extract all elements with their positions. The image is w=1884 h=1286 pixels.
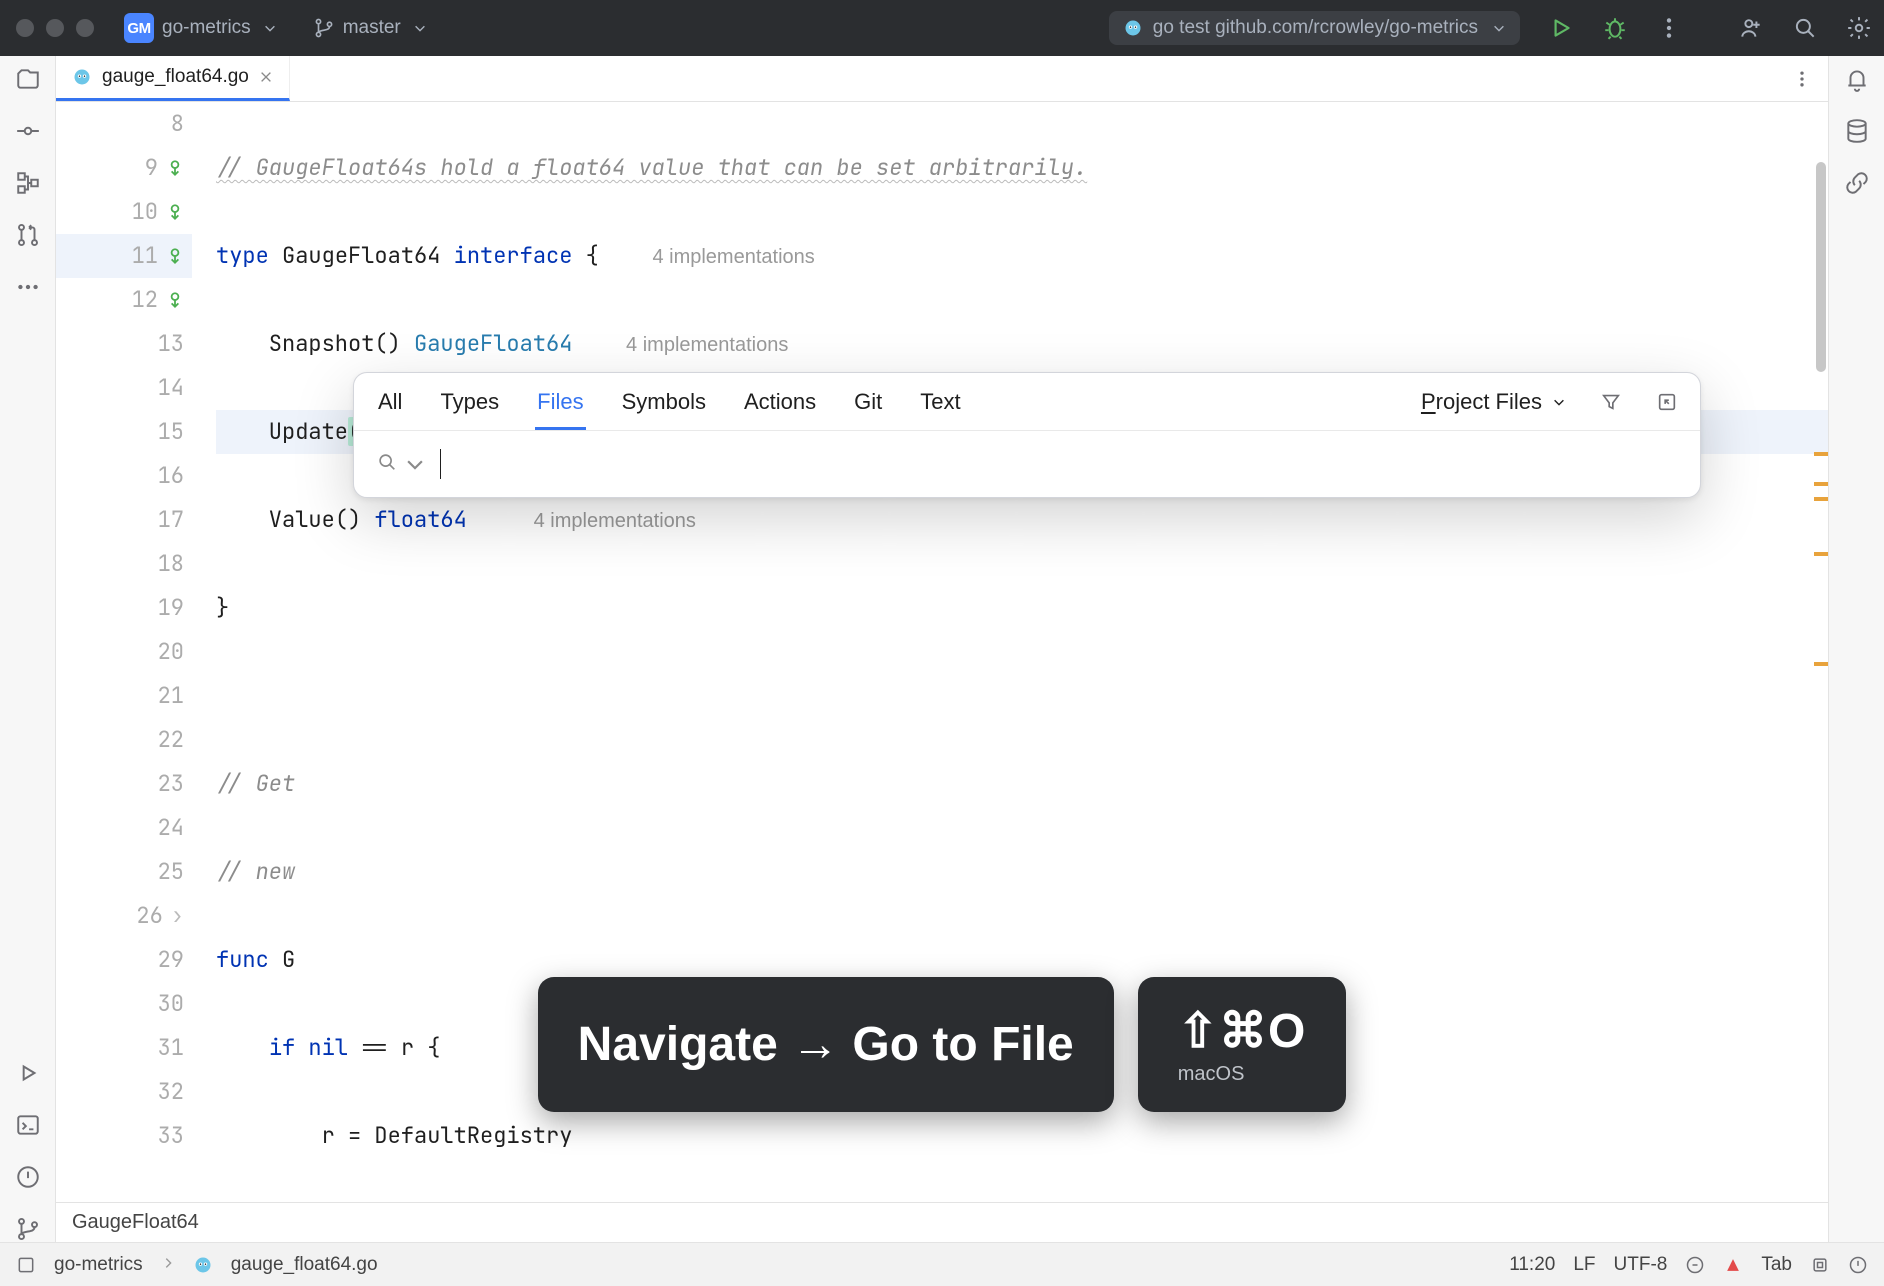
more-actions-button[interactable] xyxy=(1656,15,1682,41)
close-window-icon[interactable] xyxy=(16,19,34,37)
left-toolbar xyxy=(0,56,56,1242)
notifications-tool-icon[interactable] xyxy=(1844,66,1870,92)
nav-bar-project[interactable]: go-metrics xyxy=(54,1254,143,1276)
branch-name-label: master xyxy=(343,17,401,39)
sev-tab-actions[interactable]: Actions xyxy=(742,373,818,430)
problems-tool-icon[interactable] xyxy=(15,1164,41,1190)
pull-requests-tool-icon[interactable] xyxy=(15,222,41,248)
sev-tab-symbols[interactable]: Symbols xyxy=(620,373,708,430)
text-caret xyxy=(440,449,441,479)
titlebar: GM go-metrics master go test github.com/… xyxy=(0,0,1884,56)
right-toolbar xyxy=(1828,56,1884,1242)
status-bar: go-metrics gauge_float64.go 11:20 LF UTF… xyxy=(0,1242,1884,1286)
hint-action-card: Navigate → Go to File xyxy=(538,977,1114,1112)
hint-shortcut-card: ⇧⌘O macOS xyxy=(1138,977,1347,1112)
search-everywhere-tabs: All Types Files Symbols Actions Git Text… xyxy=(354,373,1700,431)
zoom-window-icon[interactable] xyxy=(76,19,94,37)
sev-tab-types[interactable]: Types xyxy=(438,373,501,430)
implements-icon[interactable] xyxy=(166,203,184,221)
error-stripe-mark[interactable] xyxy=(1814,452,1828,456)
project-icon: GM xyxy=(124,13,154,43)
run-button[interactable] xyxy=(1548,15,1574,41)
open-in-find-tool-icon[interactable] xyxy=(1656,391,1678,413)
sev-scope-selector[interactable]: Project Files xyxy=(1421,389,1566,415)
sev-search-input[interactable] xyxy=(455,431,1678,497)
version-control-tool-icon[interactable] xyxy=(15,1216,41,1242)
tab-file-name: gauge_float64.go xyxy=(102,66,249,88)
gopher-icon xyxy=(1123,18,1143,38)
readonly-toggle-icon[interactable] xyxy=(1685,1255,1705,1275)
go-file-icon xyxy=(193,1255,213,1275)
error-stripe-mark[interactable] xyxy=(1814,482,1828,486)
code-with-me-button[interactable] xyxy=(1738,15,1764,41)
implements-icon[interactable] xyxy=(166,159,184,177)
memory-indicator-icon[interactable] xyxy=(1810,1255,1830,1275)
filter-icon[interactable] xyxy=(1600,391,1622,413)
sev-search-row xyxy=(354,431,1700,497)
endpoints-tool-icon[interactable] xyxy=(1844,170,1870,196)
sev-tab-git[interactable]: Git xyxy=(852,373,884,430)
search-everywhere-popup: All Types Files Symbols Actions Git Text… xyxy=(353,372,1701,498)
sev-tab-text[interactable]: Text xyxy=(918,373,962,430)
database-tool-icon[interactable] xyxy=(1844,118,1870,144)
debug-button[interactable] xyxy=(1602,15,1628,41)
chevron-down-icon xyxy=(263,21,277,35)
sev-tab-files[interactable]: Files xyxy=(535,373,585,430)
hint-shortcut-keys: ⇧⌘O xyxy=(1178,1003,1307,1059)
error-stripe-mark[interactable] xyxy=(1814,662,1828,666)
nav-bar-file[interactable]: gauge_float64.go xyxy=(231,1254,378,1276)
branch-selector[interactable]: master xyxy=(313,17,427,39)
implements-icon[interactable] xyxy=(166,291,184,309)
indent-indicator[interactable]: Tab xyxy=(1761,1254,1792,1276)
chevron-right-icon xyxy=(161,1254,175,1276)
structure-tool-icon[interactable] xyxy=(15,170,41,196)
commit-tool-icon[interactable] xyxy=(15,118,41,144)
run-tool-icon[interactable] xyxy=(15,1060,41,1086)
editor-breadcrumb[interactable]: GaugeFloat64 xyxy=(56,1202,1828,1242)
error-stripe-mark[interactable] xyxy=(1814,552,1828,556)
ide-errors-icon[interactable] xyxy=(1848,1255,1868,1275)
window-controls[interactable] xyxy=(16,19,94,37)
run-configuration-selector[interactable]: go test github.com/rcrowley/go-metrics xyxy=(1109,11,1520,45)
branch-icon xyxy=(313,17,335,39)
close-tab-icon[interactable] xyxy=(259,70,273,84)
minimize-window-icon[interactable] xyxy=(46,19,64,37)
implements-icon[interactable] xyxy=(166,247,184,265)
project-tool-icon[interactable] xyxy=(15,66,41,92)
sev-tab-all[interactable]: All xyxy=(376,373,404,430)
go-file-icon xyxy=(72,67,92,87)
error-stripe-mark[interactable] xyxy=(1814,497,1828,501)
chevron-down-icon xyxy=(1492,21,1506,35)
hint-action-label: Navigate → Go to File xyxy=(578,1017,1074,1072)
settings-button[interactable] xyxy=(1846,15,1872,41)
editor-tab[interactable]: gauge_float64.go xyxy=(56,56,290,101)
presentation-hint-overlay: Navigate → Go to File ⇧⌘O macOS xyxy=(56,977,1828,1112)
scrollbar-thumb[interactable] xyxy=(1816,162,1826,372)
project-name-label: go-metrics xyxy=(162,17,251,39)
go-sdk-icon[interactable] xyxy=(1723,1255,1743,1275)
chevron-down-icon xyxy=(413,21,427,35)
chevron-down-icon xyxy=(1552,395,1566,409)
file-encoding[interactable]: UTF-8 xyxy=(1614,1254,1668,1276)
breadcrumb-item[interactable]: GaugeFloat64 xyxy=(72,1211,199,1234)
editor-tabs: gauge_float64.go xyxy=(56,56,1828,102)
more-tools-icon[interactable] xyxy=(15,274,41,300)
tab-options-button[interactable] xyxy=(1776,56,1828,101)
chevron-down-icon[interactable] xyxy=(404,453,426,475)
hint-os-label: macOS xyxy=(1178,1063,1245,1086)
project-selector[interactable]: GM go-metrics xyxy=(124,13,277,43)
search-icon xyxy=(376,451,398,478)
line-separator[interactable]: LF xyxy=(1573,1254,1595,1276)
search-everywhere-button[interactable] xyxy=(1792,15,1818,41)
run-config-label: go test github.com/rcrowley/go-metrics xyxy=(1153,17,1478,39)
project-root-icon[interactable] xyxy=(16,1255,36,1275)
caret-position[interactable]: 11:20 xyxy=(1509,1254,1555,1276)
terminal-tool-icon[interactable] xyxy=(15,1112,41,1138)
